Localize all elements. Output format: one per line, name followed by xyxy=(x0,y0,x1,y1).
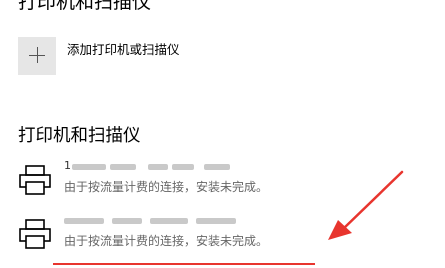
annotation-arrow-icon xyxy=(328,170,404,240)
printer-name-text: 1 xyxy=(64,159,71,172)
page-title: 打印机和扫描仪 xyxy=(18,0,152,13)
printer-icon xyxy=(19,165,51,195)
printer-status: 由于按流量计费的连接，安装未完成。 xyxy=(64,234,269,248)
printer-item[interactable]: 由于按流量计费的连接，安装未完成。 xyxy=(18,214,348,254)
printer-icon xyxy=(19,219,51,249)
plus-icon xyxy=(18,37,56,75)
printer-item[interactable]: 1 由于按流量计费的连接，安装未完成。 xyxy=(18,159,348,200)
section-title: 打印机和扫描仪 xyxy=(18,126,141,146)
annotation-underline xyxy=(53,263,315,265)
printer-name xyxy=(64,215,236,226)
printer-name: 1 xyxy=(64,159,232,172)
printer-status: 由于按流量计费的连接，安装未完成。 xyxy=(64,180,269,194)
add-printer-button[interactable]: 添加打印机或扫描仪 xyxy=(18,37,180,75)
add-printer-label: 添加打印机或扫描仪 xyxy=(67,42,180,57)
